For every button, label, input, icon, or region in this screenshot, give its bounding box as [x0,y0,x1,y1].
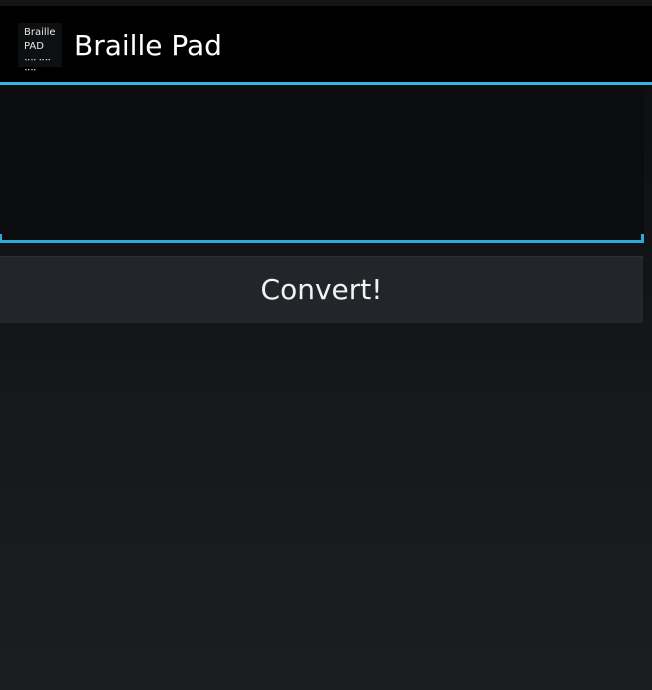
app-icon[interactable]: Braille PAD ⠤⠤ ⠤⠤ ⠤⠤ [18,23,62,74]
braille-dots-icon: ⠤⠤ ⠤⠤ ⠤⠤ [24,54,51,74]
app-icon-text-braille: Braille [24,27,56,38]
app-icon-text-pad: PAD [24,41,44,52]
text-input-field[interactable] [0,86,644,240]
action-bar-divider [0,82,652,85]
app-title: Braille Pad [74,29,222,62]
text-input-underline [0,240,644,243]
text-input-underline-right-tick [641,234,644,242]
convert-button[interactable]: Convert! [0,256,643,323]
